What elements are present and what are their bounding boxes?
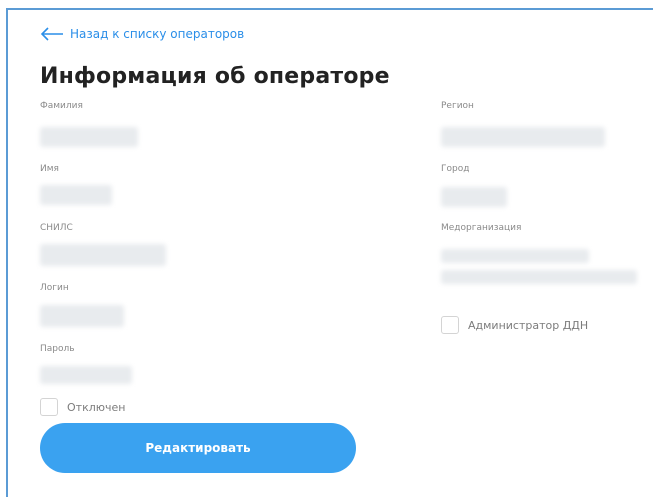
field-value-snils [40,244,166,266]
field-value-region [441,127,605,147]
field-label-login: Логин [40,283,69,293]
field-label-region: Регион [441,101,474,111]
disabled-checkbox-row[interactable]: Отключен [40,398,125,416]
field-label-last-name: Фамилия [40,101,83,111]
field-value-city [441,187,507,207]
back-to-operators-link[interactable]: Назад к списку операторов [40,27,244,41]
admin-ddn-checkbox[interactable] [441,316,459,334]
field-value-first-name [40,185,112,205]
field-label-med-organization: Медорганизация [441,223,522,233]
field-label-city: Город [441,164,470,174]
field-value-med-organization-line1 [441,249,589,263]
admin-ddn-checkbox-row[interactable]: Администратор ДДН [441,316,588,334]
disabled-checkbox-label: Отключен [67,400,126,414]
field-value-last-name [40,127,138,147]
edit-button[interactable]: Редактировать [40,423,356,473]
field-value-med-organization-line2 [441,270,637,284]
arrow-left-icon [40,27,63,41]
back-link-label: Назад к списку операторов [70,27,245,41]
field-value-password [40,366,132,384]
field-value-login [40,305,124,327]
admin-ddn-checkbox-label: Администратор ДДН [468,318,589,332]
field-label-first-name: Имя [40,164,59,174]
disabled-checkbox[interactable] [40,398,58,416]
field-label-snils: СНИЛС [40,223,73,233]
field-label-password: Пароль [40,344,75,354]
page-title: Информация об операторе [40,64,390,89]
